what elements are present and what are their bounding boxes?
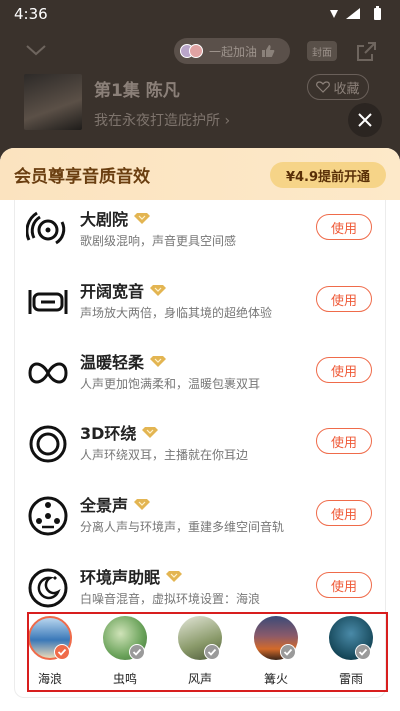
- episode-info: 第1集 陈凡 我在永夜打造庇护所 › 收藏: [24, 74, 384, 134]
- close-icon: [358, 113, 372, 127]
- share-icon[interactable]: [354, 40, 378, 64]
- player-top-bar: 一起加油 封面: [0, 36, 400, 68]
- status-bar: 4:36: [0, 0, 400, 30]
- cheer-label: 一起加油: [209, 44, 258, 59]
- vip-open-button[interactable]: ¥4.9提前开通: [270, 162, 386, 188]
- banner-title: 会员尊享音质音效: [14, 167, 150, 187]
- status-time: 4:36: [14, 5, 48, 23]
- chevron-down-icon[interactable]: [24, 42, 48, 58]
- avatar: [189, 44, 203, 58]
- favorite-button[interactable]: 收藏: [307, 74, 369, 100]
- system-status-icons: [330, 6, 381, 20]
- cover-button[interactable]: 封面: [307, 41, 337, 61]
- close-button[interactable]: [348, 103, 382, 137]
- heart-icon: [316, 81, 331, 93]
- cheer-button[interactable]: 一起加油: [174, 38, 290, 64]
- book-title-link[interactable]: 我在永夜打造庇护所 ›: [94, 110, 230, 130]
- thumbs-up-icon: [262, 45, 275, 57]
- episode-title: 第1集 陈凡: [94, 81, 180, 101]
- episode-cover[interactable]: [24, 74, 82, 130]
- favorite-label: 收藏: [333, 81, 360, 97]
- highlight-box: [27, 612, 388, 692]
- vip-banner: 会员尊享音质音效 ¥4.9提前开通: [0, 148, 400, 200]
